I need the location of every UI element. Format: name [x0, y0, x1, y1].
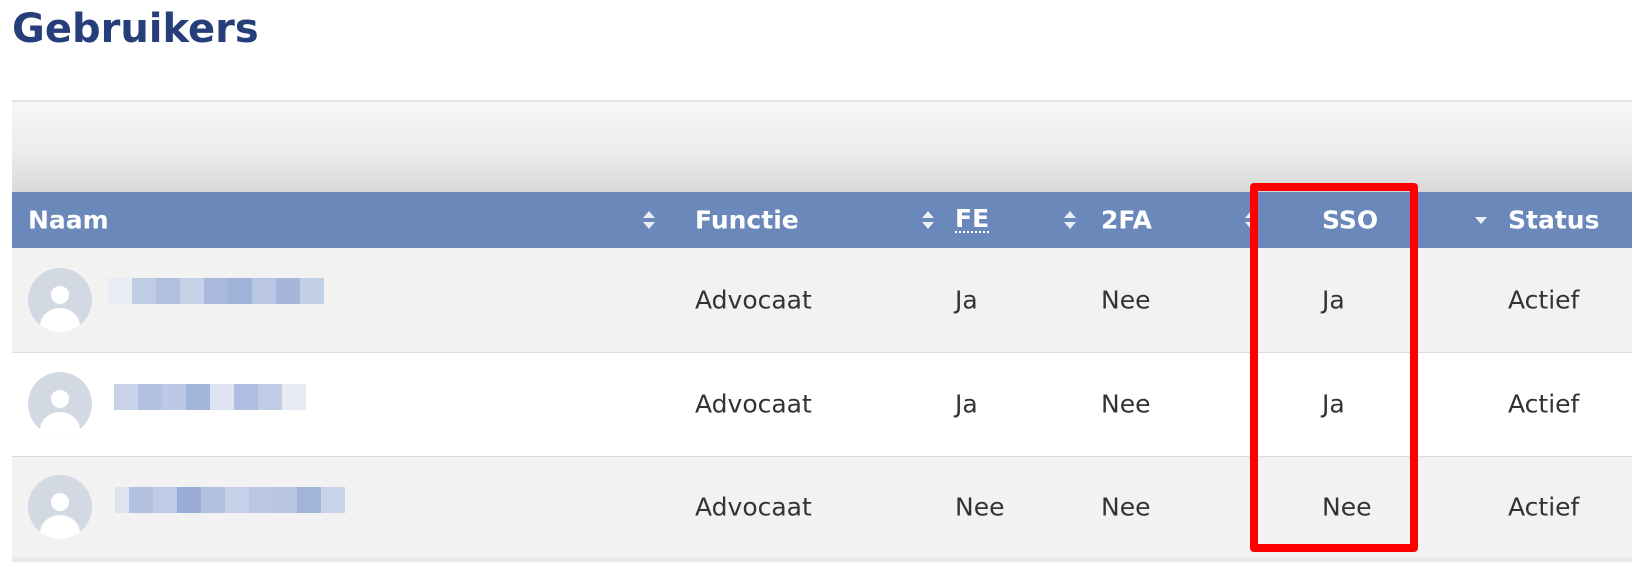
- column-header-status[interactable]: Status: [1462, 192, 1632, 248]
- cell-sso: Nee: [1278, 455, 1462, 562]
- user-avatar-icon: [28, 372, 92, 436]
- cell-functie: Advocaat: [695, 455, 955, 562]
- user-avatar-icon: [28, 475, 92, 540]
- cell-functie: Advocaat: [695, 351, 955, 456]
- cell-fe: Ja: [955, 351, 1101, 456]
- column-label-fe: FE: [955, 204, 990, 233]
- column-header-naam[interactable]: Naam: [12, 192, 695, 248]
- cell-naam[interactable]: [12, 351, 695, 456]
- cell-2fa: Nee: [1101, 351, 1278, 456]
- user-name-redacted[interactable]: [108, 278, 324, 304]
- column-label-functie: Functie: [695, 205, 799, 235]
- cell-2fa: Nee: [1101, 455, 1278, 562]
- column-header-fe[interactable]: FE: [955, 192, 1101, 248]
- sort-both-icon[interactable]: [1063, 210, 1077, 230]
- table-header-row: Naam Functie FE 2FA SSO Status: [12, 192, 1632, 248]
- user-name-redacted[interactable]: [115, 486, 345, 513]
- page-title: Gebruikers: [12, 6, 259, 52]
- column-label-status: Status: [1508, 205, 1600, 235]
- column-label-2fa: 2FA: [1101, 205, 1152, 235]
- sort-both-icon[interactable]: [1244, 210, 1258, 230]
- cell-naam[interactable]: [12, 248, 695, 352]
- cell-fe: Ja: [955, 285, 978, 315]
- cell-naam[interactable]: [12, 455, 695, 562]
- sort-both-icon[interactable]: [642, 210, 656, 230]
- users-table: Naam Functie FE 2FA SSO Status Advocaat …: [12, 192, 1632, 562]
- column-header-functie[interactable]: Functie: [695, 192, 955, 248]
- sort-both-icon[interactable]: [921, 210, 935, 230]
- table-row[interactable]: Advocaat Ja Nee Ja Actief: [12, 351, 1632, 456]
- cell-status: Actief: [1462, 351, 1632, 456]
- column-label-sso: SSO: [1322, 205, 1379, 235]
- table-toolbar: [12, 100, 1632, 192]
- user-avatar-icon: [28, 267, 92, 332]
- table-row[interactable]: Advocaat Ja Nee Ja Actief: [12, 248, 1632, 352]
- user-name-redacted[interactable]: [114, 383, 318, 410]
- column-header-sso[interactable]: SSO: [1278, 192, 1487, 248]
- cell-sso: Ja: [1322, 285, 1345, 315]
- column-label-naam: Naam: [28, 205, 109, 235]
- cell-functie: Advocaat: [695, 285, 812, 315]
- cell-status: Actief: [1508, 285, 1580, 315]
- cell-fe: Nee: [955, 455, 1101, 562]
- cell-status: Actief: [1462, 455, 1632, 562]
- column-header-2fa[interactable]: 2FA: [1101, 192, 1278, 248]
- table-row[interactable]: Advocaat Nee Nee Nee Actief: [12, 455, 1632, 562]
- cell-sso: Ja: [1278, 351, 1462, 456]
- page: Gebruikers Naam Functie FE 2FA SSO Statu…: [0, 0, 1632, 564]
- cell-2fa: Nee: [1101, 285, 1151, 315]
